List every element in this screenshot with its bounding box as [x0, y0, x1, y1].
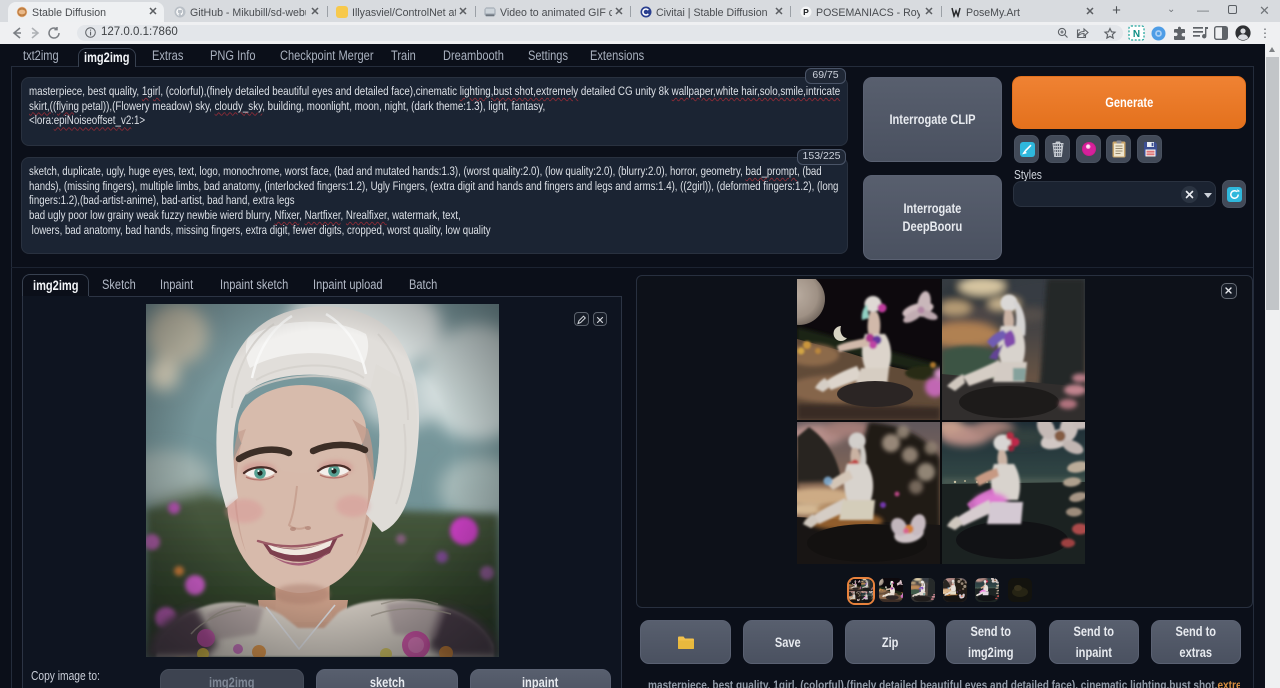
svg-text:P: P	[803, 7, 809, 17]
svg-text:N: N	[1133, 29, 1140, 40]
